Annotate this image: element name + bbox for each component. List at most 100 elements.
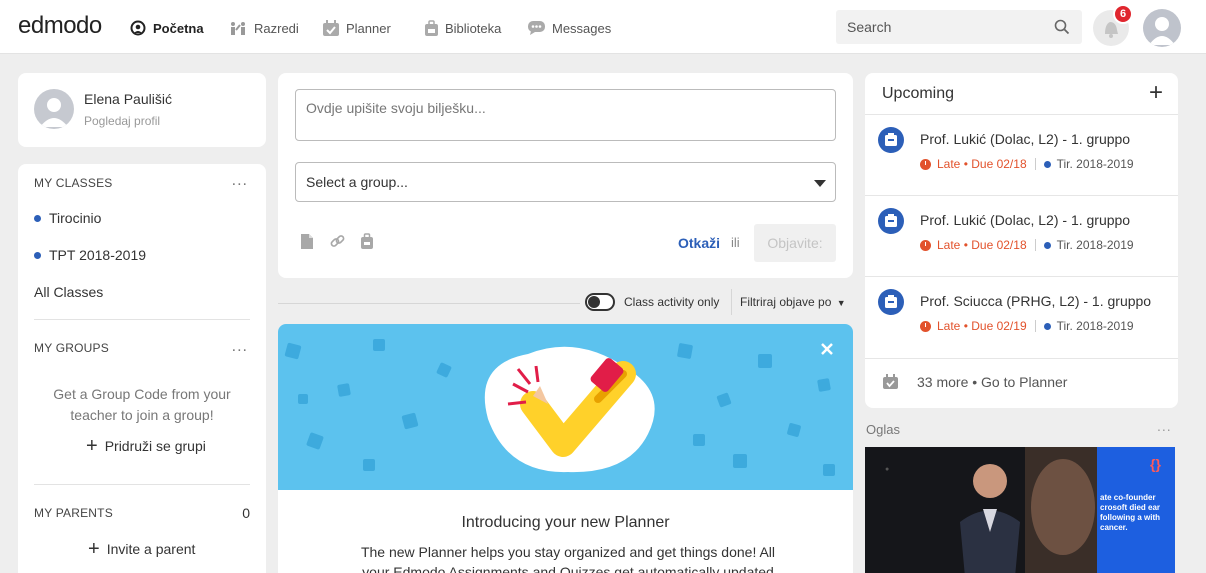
- go-to-planner-link[interactable]: 33 more • Go to Planner: [882, 374, 1067, 390]
- divider: [34, 484, 250, 485]
- notification-badge: 6: [1113, 4, 1133, 24]
- top-navigation: edmodo Početna Razredi Planner Bibliotek…: [0, 0, 1206, 54]
- divider: [1034, 239, 1036, 251]
- upcoming-item-class: Tir. 2018-2019: [1056, 319, 1134, 333]
- clock-icon: [920, 158, 931, 170]
- ad-label: Oglas: [866, 422, 900, 437]
- notifications-button[interactable]: 6: [1093, 4, 1133, 46]
- nav-classes[interactable]: Razredi: [229, 18, 299, 38]
- class-dot: [1043, 322, 1051, 330]
- upcoming-item-title: Prof. Sciucca (PRHG, L2) - 1. gruppo: [920, 293, 1152, 309]
- upcoming-item-meta: Late • Due 02/19 Tir. 2018-2019: [920, 319, 1134, 333]
- profile-name[interactable]: Elena Paulišić: [84, 91, 172, 107]
- class-label: TPT 2018-2019: [49, 247, 147, 263]
- post-button[interactable]: Objavite:: [754, 224, 836, 262]
- search-icon[interactable]: [1054, 19, 1070, 35]
- upcoming-item-title: Prof. Lukić (Dolac, L2) - 1. gruppo: [920, 212, 1131, 228]
- groups-menu-button[interactable]: ...: [232, 338, 248, 356]
- assignment-icon: [878, 127, 904, 153]
- search-placeholder: Search: [847, 19, 892, 35]
- profile-avatar[interactable]: [34, 89, 74, 129]
- late-status: Late • Due 02/18: [920, 157, 1027, 171]
- upcoming-item[interactable]: Prof. Lukić (Dolac, L2) - 1. gruppo Late…: [865, 195, 1178, 277]
- late-status: Late • Due 02/19: [920, 319, 1027, 333]
- class-dot: [1043, 160, 1051, 168]
- nav-planner[interactable]: Planner: [322, 18, 391, 38]
- planner-banner: Introducing your new Planner The new Pla…: [278, 324, 853, 573]
- filter-posts-dropdown[interactable]: Filtriraj objave po ▼: [740, 295, 846, 309]
- profile-card: Elena Paulišić Pogledaj profil: [18, 73, 266, 147]
- plus-icon: +: [86, 435, 98, 457]
- file-icon[interactable]: [300, 233, 314, 250]
- user-icon: [40, 98, 68, 127]
- my-parents-title: MY PARENTS: [34, 506, 113, 520]
- chevron-down-icon: [814, 180, 826, 187]
- upcoming-item-title: Prof. Lukić (Dolac, L2) - 1. gruppo: [920, 131, 1131, 147]
- backpack-icon: [425, 19, 438, 36]
- join-group-label: Pridruži se grupi: [104, 438, 206, 454]
- search-input[interactable]: Search: [836, 10, 1082, 44]
- invite-parent-label: Invite a parent: [106, 541, 196, 557]
- or-text: ili: [731, 235, 740, 250]
- divider: [731, 289, 732, 315]
- my-groups-title: MY GROUPS: [34, 341, 109, 355]
- class-dot: [34, 251, 41, 259]
- group-select[interactable]: Select a group...: [295, 162, 836, 202]
- advertisement-video[interactable]: {} ● ate co-founder crosoft died ear fol…: [865, 447, 1175, 573]
- upcoming-item[interactable]: Prof. Sciucca (PRHG, L2) - 1. gruppo Lat…: [865, 276, 1178, 358]
- filter-posts-label: Filtriraj objave po: [740, 295, 832, 309]
- svg-text:●: ●: [885, 466, 889, 473]
- all-classes-link[interactable]: All Classes: [34, 284, 103, 300]
- parents-count: 0: [242, 505, 250, 521]
- divider: [34, 319, 250, 320]
- banner-body: The new Planner helps you stay organized…: [360, 544, 776, 573]
- add-upcoming-button[interactable]: +: [1149, 79, 1163, 107]
- edmodo-logo[interactable]: edmodo: [18, 12, 102, 40]
- join-group-button[interactable]: + Pridruži se grupi: [86, 435, 206, 457]
- upcoming-item-class: Tir. 2018-2019: [1056, 238, 1134, 252]
- link-icon[interactable]: [329, 233, 346, 250]
- user-avatar[interactable]: [1143, 9, 1181, 47]
- banner-title: Introducing your new Planner: [461, 514, 670, 531]
- nav-home[interactable]: Početna: [130, 18, 204, 38]
- view-profile-link[interactable]: Pogledaj profil: [84, 114, 160, 128]
- classes-menu-button[interactable]: ...: [232, 172, 248, 190]
- plus-icon: +: [88, 538, 100, 560]
- messages-icon: [528, 21, 545, 35]
- divider: [278, 303, 580, 304]
- assignment-icon: [878, 208, 904, 234]
- home-icon: [130, 20, 146, 35]
- class-dot: [1043, 241, 1051, 249]
- nav-classes-label: Razredi: [254, 20, 299, 36]
- nav-messages[interactable]: Messages: [527, 18, 611, 38]
- note-placeholder: Ovdje upišite svoju bilješku...: [306, 100, 486, 116]
- invite-parent-button[interactable]: + Invite a parent: [88, 538, 196, 560]
- upcoming-panel: Upcoming + Prof. Lukić (Dolac, L2) - 1. …: [865, 73, 1178, 408]
- assignment-icon: [878, 289, 904, 315]
- divider: [1034, 320, 1036, 332]
- class-label: Tirocinio: [49, 210, 102, 226]
- upcoming-item[interactable]: Prof. Lukić (Dolac, L2) - 1. gruppo Late…: [865, 114, 1178, 196]
- divider: [1034, 158, 1036, 170]
- note-input[interactable]: Ovdje upišite svoju bilješku...: [295, 89, 836, 141]
- group-select-value: Select a group...: [306, 174, 408, 190]
- ad-menu-button[interactable]: ...: [1157, 418, 1172, 434]
- upcoming-item-meta: Late • Due 02/18 Tir. 2018-2019: [920, 157, 1134, 171]
- class-item-tirocinio[interactable]: Tirocinio: [34, 210, 101, 226]
- backpack-icon[interactable]: [360, 233, 374, 250]
- ad-caption: ate co-founder crosoft died ear followin…: [1100, 493, 1161, 532]
- toggle-knob: [588, 296, 600, 308]
- class-dot: [34, 214, 41, 222]
- class-activity-label: Class activity only: [624, 295, 720, 309]
- caret-down-icon: ▼: [836, 298, 846, 308]
- post-composer: Ovdje upišite svoju bilješku... Select a…: [278, 73, 853, 278]
- cancel-button[interactable]: Otkaži: [678, 235, 720, 251]
- sidebar: MY CLASSES ... Tirocinio TPT 2018-2019 A…: [18, 164, 266, 573]
- planner-icon: [883, 374, 898, 389]
- clock-icon: [920, 239, 931, 251]
- class-item-tpt[interactable]: TPT 2018-2019: [34, 247, 146, 263]
- user-icon: [1149, 17, 1175, 45]
- nav-library[interactable]: Biblioteka: [424, 18, 501, 38]
- upcoming-item-meta: Late • Due 02/18 Tir. 2018-2019: [920, 238, 1134, 252]
- class-activity-toggle[interactable]: [585, 293, 615, 311]
